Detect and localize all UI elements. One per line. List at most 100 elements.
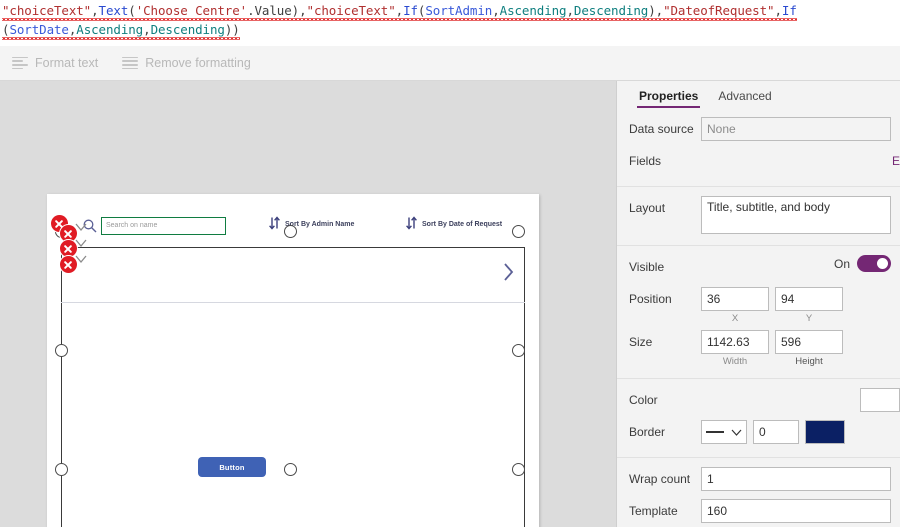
format-text-icon bbox=[12, 56, 28, 70]
template-size-label: Template size bbox=[629, 504, 678, 518]
border-color-swatch[interactable] bbox=[805, 420, 845, 444]
error-x-icon[interactable] bbox=[60, 256, 77, 273]
formula-token: , bbox=[774, 3, 782, 18]
visible-toggle[interactable] bbox=[857, 255, 891, 272]
formula-token: .Value bbox=[247, 3, 292, 18]
size-width-input[interactable]: 1142.63 bbox=[701, 330, 769, 354]
properties-section-wrap: Wrap count 1 Template size 160 bbox=[617, 458, 900, 527]
formula-token: "choiceText" bbox=[306, 3, 396, 18]
error-x-icon[interactable] bbox=[60, 240, 77, 257]
size-height-sublabel: Height bbox=[795, 356, 823, 367]
chevron-right-icon[interactable] bbox=[502, 261, 515, 286]
color-label: Color bbox=[629, 393, 658, 407]
gallery-container[interactable]: Search on name Sort By Admin Name Sort B… bbox=[61, 210, 525, 527]
formula-token: , bbox=[492, 3, 500, 18]
formula-token: Descending bbox=[573, 3, 649, 18]
formula-line-2: (SortDate,Ascending,Descending)) bbox=[2, 20, 900, 39]
resize-handle-bottom-right[interactable] bbox=[512, 463, 525, 476]
remove-formatting-button[interactable]: Remove formatting bbox=[122, 56, 251, 70]
row-color: Color bbox=[617, 385, 900, 417]
resize-handle-bottom-left[interactable] bbox=[55, 463, 68, 476]
formula-token: Text bbox=[98, 3, 129, 18]
formula-token: "DateofRequest" bbox=[663, 3, 775, 18]
resize-handle-mid-left[interactable] bbox=[55, 344, 68, 357]
size-label: Size bbox=[629, 335, 653, 349]
resize-handle-mid-right[interactable] bbox=[512, 344, 525, 357]
formula-token: , bbox=[566, 3, 574, 18]
remove-formatting-label: Remove formatting bbox=[145, 56, 251, 70]
search-input[interactable]: Search on name bbox=[101, 217, 226, 235]
formula-token: , bbox=[299, 3, 307, 18]
border-style-dropdown[interactable] bbox=[701, 420, 747, 444]
remove-formatting-icon bbox=[122, 56, 139, 70]
formula-token: , bbox=[655, 3, 664, 18]
resize-handle-top-right[interactable] bbox=[512, 225, 525, 238]
chevron-down-icon bbox=[731, 429, 742, 436]
visible-state-label: On bbox=[833, 256, 850, 271]
formula-line-1: "choiceText",Text('Choose Centre'.Value)… bbox=[2, 1, 900, 20]
formula-token: ) bbox=[291, 3, 300, 18]
border-thickness-input[interactable]: 0 bbox=[753, 420, 799, 444]
properties-section-appearance: Color Border 0 bbox=[617, 379, 900, 458]
row-position: Position 36 X 94 Y bbox=[617, 284, 900, 327]
row-border: Border 0 bbox=[617, 417, 900, 449]
formula-token: SortDate bbox=[9, 22, 69, 37]
size-width-sublabel: Width bbox=[722, 356, 748, 367]
properties-section-data: Data source None Fields E bbox=[617, 108, 900, 187]
formula-token: Ascending bbox=[76, 22, 144, 37]
size-height-input[interactable]: 596 bbox=[775, 330, 843, 354]
formula-line-1-tokens: "choiceText",Text('Choose Centre'.Value)… bbox=[2, 3, 797, 21]
formula-token: , bbox=[91, 3, 99, 18]
row-wrap-count: Wrap count 1 bbox=[617, 464, 900, 496]
row-template-size: Template size 160 bbox=[617, 496, 900, 527]
sort-updown-icon bbox=[406, 216, 417, 233]
line-style-icon bbox=[706, 431, 724, 433]
formula-token: , bbox=[143, 22, 151, 37]
tab-advanced[interactable]: Advanced bbox=[708, 89, 781, 108]
template-size-input[interactable]: 160 bbox=[701, 499, 891, 523]
data-source-value[interactable]: None bbox=[701, 117, 891, 141]
visible-label: Visible bbox=[629, 260, 665, 274]
color-swatch-button[interactable] bbox=[860, 388, 900, 412]
app-screen[interactable]: Search on name Sort By Admin Name Sort B… bbox=[47, 194, 539, 527]
sort-by-date-label: Sort By Date of Request bbox=[422, 221, 503, 228]
canvas-area[interactable]: Search on name Sort By Admin Name Sort B… bbox=[0, 81, 616, 527]
properties-tabs: Properties Advanced bbox=[617, 81, 900, 108]
sort-by-admin-name-button[interactable]: Sort By Admin Name bbox=[269, 216, 354, 233]
resize-handle-top-center[interactable] bbox=[284, 225, 297, 238]
layout-label: Layout bbox=[629, 201, 666, 215]
row-fields: Fields E bbox=[617, 146, 900, 178]
resize-handle-bottom-center[interactable] bbox=[284, 463, 297, 476]
position-y-input[interactable]: 94 bbox=[775, 287, 843, 311]
wrap-count-input[interactable]: 1 bbox=[701, 467, 891, 491]
border-label: Border bbox=[629, 425, 666, 439]
row-visible: Visible On bbox=[617, 252, 900, 284]
generic-button[interactable]: Button bbox=[198, 457, 266, 477]
layout-value[interactable]: Title, subtitle, and body bbox=[701, 196, 891, 234]
row-data-source: Data source None bbox=[617, 114, 900, 146]
formula-token: ( bbox=[128, 3, 136, 18]
gallery-item-row[interactable] bbox=[61, 247, 525, 303]
formula-token: Descending bbox=[150, 22, 225, 37]
wrap-count-label: Wrap count bbox=[629, 472, 691, 486]
formula-token: SortAdmin bbox=[425, 3, 493, 18]
sort-by-date-button[interactable]: Sort By Date of Request bbox=[406, 216, 502, 233]
formula-token: If bbox=[403, 3, 418, 18]
sort-updown-icon bbox=[269, 216, 280, 233]
formula-token: "choiceText" bbox=[2, 3, 92, 18]
formula-token: , bbox=[395, 3, 404, 18]
fields-edit-link[interactable]: E bbox=[892, 149, 900, 173]
formula-token: If bbox=[781, 3, 797, 18]
formula-token: 'Choose Centre' bbox=[135, 3, 248, 18]
row-size: Size 1142.63 Width 596 Height bbox=[617, 327, 900, 370]
format-text-button[interactable]: Format text bbox=[12, 56, 98, 70]
properties-body: Data source None Fields E Layout Title, … bbox=[617, 108, 900, 527]
fields-label: Fields bbox=[629, 154, 662, 168]
formula-line-2-tokens: (SortDate,Ascending,Descending)) bbox=[2, 22, 240, 40]
tab-properties[interactable]: Properties bbox=[629, 89, 708, 108]
position-label: Position bbox=[629, 292, 672, 306]
properties-panel[interactable]: Properties Advanced Data source None Fie… bbox=[616, 81, 900, 527]
position-x-input[interactable]: 36 bbox=[701, 287, 769, 311]
formula-bar[interactable]: "choiceText",Text('Choose Centre'.Value)… bbox=[0, 0, 900, 46]
formula-token: ) bbox=[648, 3, 656, 18]
